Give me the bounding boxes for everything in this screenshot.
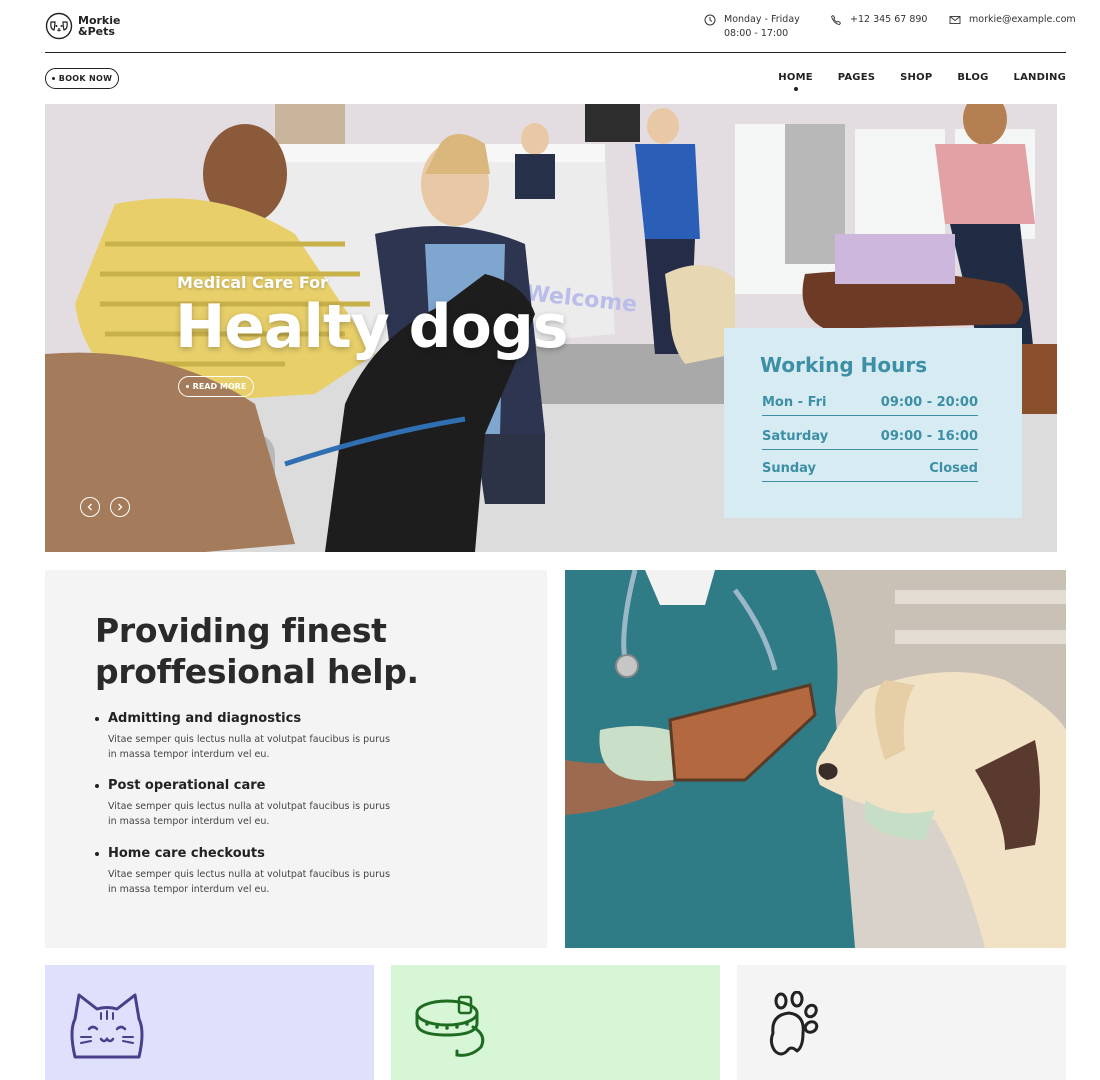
service-item: Home care checkouts Vitae semper quis le…	[95, 846, 415, 897]
chevron-right-icon	[118, 503, 123, 511]
vet-with-dog-photo	[565, 570, 1066, 948]
hours-row: Saturday 09:00 - 16:00	[762, 424, 978, 450]
service-description-line: in massa tempor interdum vel eu.	[108, 816, 270, 827]
paw-icon	[769, 991, 819, 1056]
phone-number: +12 345 67 890	[850, 14, 928, 25]
services-heading: Providing finest proffesional help.	[95, 610, 419, 692]
collar-service-card[interactable]	[391, 965, 720, 1080]
hours-days: Monday - Friday	[724, 14, 800, 25]
dog-logo-icon	[45, 12, 73, 40]
hours-times: 08:00 - 17:00	[724, 28, 789, 39]
hero-subtitle: Medical Care For	[177, 273, 329, 292]
brand-logo[interactable]: Morkie &Pets	[45, 12, 120, 40]
brand-name-line2: &Pets	[78, 25, 115, 38]
service-description: Vitae semper quis lectus nulla at volutp…	[108, 799, 415, 829]
hours-row: Mon - Fri 09:00 - 20:00	[762, 390, 978, 416]
nav-label-blog: BLOG	[957, 72, 989, 83]
top-header: Morkie &Pets Monday - Friday 08:00 - 17:…	[45, 0, 1076, 53]
navigation-bar: BOOK NOW HOME PAGES SHOP BLOG LANDING	[45, 68, 1066, 91]
hero-slider: Welcome Medical Care For Healty dogs REA…	[45, 104, 1057, 552]
hours-day: Saturday	[762, 429, 829, 444]
button-dot	[51, 77, 55, 80]
service-description-line: Vitae semper quis lectus nulla at volutp…	[108, 734, 391, 745]
cat-service-card[interactable]	[45, 965, 374, 1080]
nav-item-landing[interactable]: LANDING	[1014, 72, 1066, 83]
services-heading-line1: Providing finest	[95, 611, 387, 650]
bullet-dot	[95, 851, 99, 856]
phone-icon	[831, 15, 841, 25]
book-now-label: BOOK NOW	[58, 74, 113, 83]
nav-label-home: HOME	[778, 72, 813, 83]
hero-title: Healty dogs	[175, 292, 568, 362]
header-email[interactable]: morkie@example.com	[949, 13, 1076, 27]
mail-icon	[949, 16, 961, 24]
hours-time: 09:00 - 20:00	[880, 395, 978, 410]
slider-prev-button[interactable]	[80, 497, 100, 517]
service-item: Post operational care Vitae semper quis …	[95, 778, 415, 829]
working-hours-title: Working Hours	[760, 353, 928, 377]
nav-label-shop: SHOP	[900, 72, 933, 83]
vet-photo-illustration	[565, 570, 1066, 948]
service-title: Post operational care	[108, 778, 266, 793]
hours-day: Mon - Fri	[762, 395, 827, 410]
services-panel: Providing finest proffesional help. Admi…	[45, 570, 547, 948]
slider-next-button[interactable]	[110, 497, 130, 517]
nav-item-shop[interactable]: SHOP	[900, 72, 932, 83]
clock-icon	[704, 14, 716, 26]
service-description-line: Vitae semper quis lectus nulla at volutp…	[108, 869, 391, 880]
services-heading-line2: proffesional help.	[95, 652, 419, 691]
paw-service-card[interactable]	[737, 965, 1066, 1080]
header-hours: Monday - Friday 08:00 - 17:00	[704, 13, 800, 41]
service-description: Vitae semper quis lectus nulla at volutp…	[108, 867, 415, 897]
button-dot	[185, 385, 189, 388]
read-more-label: READ MORE	[192, 382, 247, 391]
main-menu: HOME PAGES SHOP BLOG LANDING	[753, 72, 1066, 91]
brand-name: Morkie &Pets	[78, 15, 120, 37]
hours-day: Sunday	[762, 461, 817, 476]
nav-item-pages[interactable]: PAGES	[838, 72, 875, 83]
service-title: Home care checkouts	[108, 846, 265, 861]
collar-icon	[415, 995, 485, 1057]
active-indicator	[793, 87, 798, 91]
hours-time: 09:00 - 16:00	[880, 429, 978, 444]
nav-label-landing: LANDING	[1013, 72, 1066, 83]
bullet-dot	[95, 783, 99, 788]
chevron-left-icon	[87, 503, 92, 511]
cat-icon	[70, 993, 144, 1059]
book-now-button[interactable]: BOOK NOW	[45, 68, 119, 89]
hours-row: Sunday Closed	[762, 456, 978, 482]
hours-time: Closed	[929, 461, 978, 476]
bullet-dot	[95, 716, 99, 721]
header-phone[interactable]: +12 345 67 890	[830, 13, 927, 27]
nav-item-blog[interactable]: BLOG	[957, 72, 988, 83]
email-address: morkie@example.com	[969, 14, 1076, 25]
service-item: Admitting and diagnostics Vitae semper q…	[95, 711, 415, 762]
nav-item-home[interactable]: HOME	[778, 72, 813, 91]
working-hours-card: Working Hours Mon - Fri 09:00 - 20:00 Sa…	[724, 328, 1022, 518]
service-description-line: in massa tempor interdum vel eu.	[108, 749, 270, 760]
nav-label-pages: PAGES	[837, 72, 876, 83]
service-description-line: Vitae semper quis lectus nulla at volutp…	[108, 801, 391, 812]
read-more-button[interactable]: READ MORE	[178, 376, 254, 397]
service-description: Vitae semper quis lectus nulla at volutp…	[108, 732, 415, 762]
service-description-line: in massa tempor interdum vel eu.	[108, 884, 270, 895]
service-title: Admitting and diagnostics	[108, 711, 302, 726]
